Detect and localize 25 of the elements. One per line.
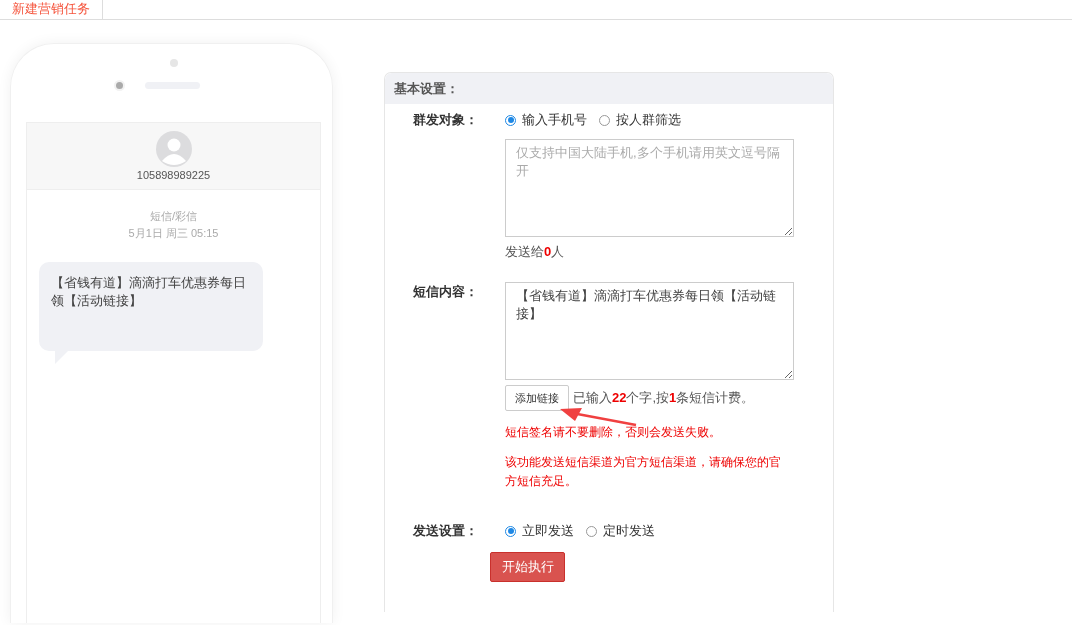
field-label: 发送设置： <box>412 522 479 540</box>
radio-button[interactable] <box>505 525 516 537</box>
radio-option[interactable]: 按人群筛选 <box>599 110 681 130</box>
section-title: 基本设置： <box>385 73 833 104</box>
character-count: 已输入22个字,按1条短信计费。 <box>573 389 755 407</box>
sender-number: 105898989225 <box>136 169 211 181</box>
radio-option[interactable]: 定时发送 <box>586 521 655 541</box>
camera-dot <box>170 59 178 67</box>
message-field[interactable]: 【省钱有道】滴滴打车优惠券每日领【活动链接】 <box>505 282 794 380</box>
recipient-count: 发送给0人 <box>505 243 565 261</box>
radio-button[interactable] <box>505 114 516 126</box>
radio-option[interactable]: 立即发送 <box>505 521 574 541</box>
camera-lens <box>116 82 123 89</box>
warning-text: 该功能发送短信渠道为官方短信渠道，请确保您的官方短信充足。 <box>505 454 782 490</box>
avatar-icon <box>155 131 192 167</box>
radio-option[interactable]: 输入手机号 <box>505 110 587 130</box>
add-link-button[interactable]: 添加链接 <box>505 385 569 411</box>
phone-numbers-field[interactable]: 仅支持中国大陆手机,多个手机请用英文逗号隔开 <box>505 139 794 237</box>
warning-text: 短信签名请不要删除，否则会发送失败。 <box>505 424 722 441</box>
message-type: 短信/彩信 <box>149 209 198 224</box>
start-button[interactable]: 开始执行 <box>490 552 565 582</box>
field-label: 群发对象： <box>412 111 479 129</box>
radio-button[interactable] <box>586 525 597 537</box>
field-label: 短信内容： <box>412 283 479 301</box>
radio-button[interactable] <box>599 114 610 126</box>
